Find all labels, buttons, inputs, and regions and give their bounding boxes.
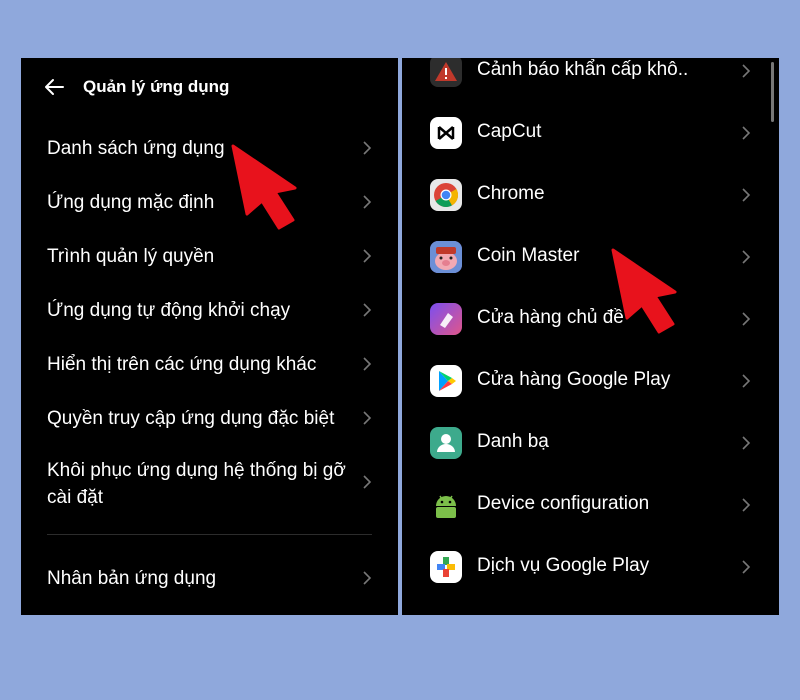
- app-name: Cửa hàng Google Play: [477, 369, 671, 390]
- app-row-device-configuration[interactable]: Device configuration: [402, 474, 779, 536]
- chevron-right-icon: [363, 141, 372, 155]
- pointer-arrow-icon: [231, 144, 297, 230]
- chevron-right-icon: [363, 249, 372, 263]
- app-name: Device configuration: [477, 493, 650, 514]
- pointer-arrow-icon: [611, 248, 677, 334]
- menu-item-special-app-access[interactable]: Quyền truy cập ứng dụng đặc biệt: [21, 402, 398, 456]
- menu-item-app-list[interactable]: Danh sách ứng dụng: [21, 132, 398, 186]
- menu-item-label: Trình quản lý quyền: [47, 246, 215, 267]
- app-row-google-play-store[interactable]: Cửa hàng Google Play: [402, 350, 779, 412]
- chevron-right-icon: [363, 303, 372, 317]
- app-name: Cửa hàng chủ đề: [477, 307, 624, 328]
- chevron-right-icon: [742, 374, 751, 388]
- chevron-right-icon: [742, 498, 751, 512]
- coin-master-icon: [430, 241, 462, 273]
- app-row-google-play-services[interactable]: Dịch vụ Google Play: [402, 536, 779, 598]
- chevron-right-icon: [363, 195, 372, 209]
- theme-store-icon: [430, 303, 462, 335]
- chevron-right-icon: [742, 126, 751, 140]
- chevron-right-icon: [742, 250, 751, 264]
- divider: [47, 534, 372, 535]
- app-name: Dịch vụ Google Play: [477, 555, 650, 576]
- app-name: Danh bạ: [477, 431, 549, 452]
- chevron-right-icon: [742, 560, 751, 574]
- menu-item-auto-launch[interactable]: Ứng dụng tự động khởi chạy: [21, 294, 398, 348]
- top-bar: Quản lý ứng dụng: [21, 58, 398, 118]
- app-row-capcut[interactable]: CapCut: [402, 102, 779, 164]
- chevron-right-icon: [742, 312, 751, 326]
- contacts-icon: [430, 427, 462, 459]
- chevron-right-icon: [363, 357, 372, 371]
- chevron-right-icon: [742, 436, 751, 450]
- app-name: Cảnh báo khẩn cấp khô..: [477, 59, 689, 80]
- chevron-right-icon: [363, 475, 372, 489]
- app-row-chrome[interactable]: Chrome: [402, 164, 779, 226]
- capcut-icon: [430, 117, 462, 149]
- app-name: Chrome: [477, 183, 545, 204]
- page-title: Quản lý ứng dụng: [83, 77, 230, 96]
- app-list-screen: Cảnh báo khẩn cấp khô.. CapCut Chrome Co…: [402, 58, 779, 615]
- app-row-coin-master[interactable]: Coin Master: [402, 226, 779, 288]
- menu-item-label: Quyền truy cập ứng dụng đặc biệt: [47, 408, 335, 429]
- app-name: CapCut: [477, 121, 542, 142]
- emergency-alert-icon: [430, 58, 462, 87]
- menu-item-label: Nhân bản ứng dụng: [47, 568, 217, 589]
- menu-item-label: Hiển thị trên các ứng dụng khác: [47, 354, 317, 375]
- menu-item-default-apps[interactable]: Ứng dụng mặc định: [21, 186, 398, 240]
- app-name: Coin Master: [477, 245, 580, 266]
- chevron-right-icon: [363, 571, 372, 585]
- menu-item-restore-system-apps[interactable]: Khôi phục ứng dụng hệ thống bị gỡ cài đặ…: [21, 456, 398, 516]
- chevron-right-icon: [363, 411, 372, 425]
- menu-item-permission-manager[interactable]: Trình quản lý quyền: [21, 240, 398, 294]
- app-management-screen: Quản lý ứng dụng Danh sách ứng dụng Ứng …: [21, 58, 398, 615]
- menu-item-label: Ứng dụng tự động khởi chạy: [47, 300, 291, 321]
- menu-item-display-over-apps[interactable]: Hiển thị trên các ứng dụng khác: [21, 348, 398, 402]
- app-row-contacts[interactable]: Danh bạ: [402, 412, 779, 474]
- google-play-store-icon: [430, 365, 462, 397]
- chevron-right-icon: [742, 188, 751, 202]
- app-row-theme-store[interactable]: Cửa hàng chủ đề: [402, 288, 779, 350]
- menu-item-label: Khôi phục ứng dụng hệ thống bị gỡ cài đặ…: [47, 460, 346, 508]
- menu-item-app-clone[interactable]: Nhân bản ứng dụng: [21, 562, 398, 615]
- google-play-services-icon: [430, 551, 462, 583]
- android-icon: [430, 489, 462, 521]
- app-row-emergency-alert[interactable]: Cảnh báo khẩn cấp khô..: [402, 58, 779, 102]
- chevron-right-icon: [742, 64, 751, 78]
- chrome-icon: [430, 179, 462, 211]
- back-arrow-icon[interactable]: [43, 76, 65, 98]
